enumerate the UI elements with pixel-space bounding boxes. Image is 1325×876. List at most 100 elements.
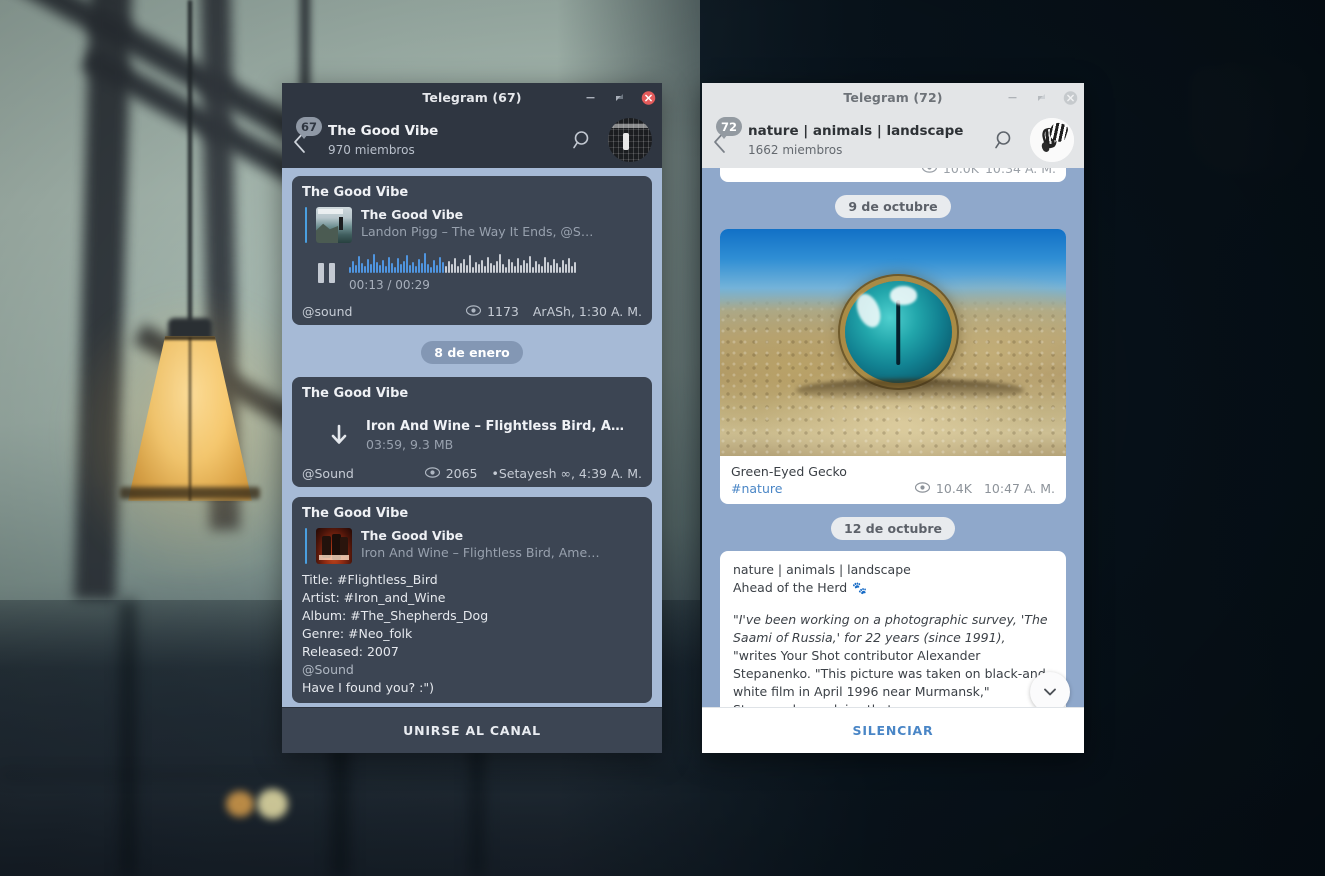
waveform-bar xyxy=(571,266,573,273)
waveform-bar xyxy=(370,264,372,273)
search-icon xyxy=(573,131,589,149)
restore-button[interactable] xyxy=(612,90,627,105)
chat-avatar[interactable] xyxy=(608,118,652,162)
message-bubble-clipped[interactable]: 10.0K 10:34 A. M. xyxy=(720,168,1066,182)
file-row[interactable]: Iron And Wine – Flightless Bird, A… 03:5… xyxy=(302,408,642,460)
waveform-bar xyxy=(505,267,507,273)
file-meta: 03:59, 9.3 MB xyxy=(366,437,454,452)
waveform-bar xyxy=(379,265,381,273)
badge-tail xyxy=(300,134,308,139)
message-time: 10:47 A. M. xyxy=(983,481,1055,496)
views-count: 2065 xyxy=(445,466,478,481)
waveform-bar xyxy=(430,267,432,273)
waveform-bar xyxy=(394,267,396,273)
desktop: Telegram (67) 67 The Good Vibe 970 miemb… xyxy=(0,0,1325,876)
waveform-bar xyxy=(553,259,555,273)
waveform-bar xyxy=(418,259,420,273)
message-list-left[interactable]: The Good Vibe The Good Vibe Landon Pigg … xyxy=(282,168,662,707)
views-count: 1173 xyxy=(487,304,519,319)
date-separator: 9 de octubre xyxy=(835,195,951,218)
waveform-bar xyxy=(523,260,525,273)
track-info-line: Artist: #Iron_and_Wine xyxy=(302,590,446,605)
message-bubble[interactable]: The Good Vibe The Good Vibe Iron And Win… xyxy=(292,497,652,703)
waveform-bar xyxy=(439,257,441,273)
pause-icon[interactable] xyxy=(318,263,335,283)
scroll-to-bottom-button[interactable] xyxy=(1030,672,1070,707)
message-bubble[interactable]: The Good Vibe The Good Vibe Landon Pigg … xyxy=(292,176,652,325)
download-arrow-icon[interactable] xyxy=(326,421,352,451)
chat-avatar[interactable] xyxy=(1030,118,1074,162)
chat-members: 1662 miembros xyxy=(748,142,843,157)
waveform-bar xyxy=(460,263,462,273)
audio-player[interactable]: 00:13 / 00:29 xyxy=(302,243,642,292)
channel-name: The Good Vibe xyxy=(302,506,409,521)
chat-header-left: 67 The Good Vibe 970 miembros xyxy=(282,112,662,168)
album-art-thumbnail xyxy=(316,528,352,564)
message-bubble[interactable]: The Good Vibe Iron And Wine – Flightless… xyxy=(292,377,652,487)
mute-button[interactable]: SILENCIAR xyxy=(702,707,1084,753)
hashtag-link[interactable]: #nature xyxy=(731,481,782,496)
waveform-bar xyxy=(520,265,522,273)
waveform-bar xyxy=(538,264,540,273)
gecko-eye xyxy=(844,281,952,384)
chat-header-text-right[interactable]: nature | animals | landscape 1662 miembr… xyxy=(748,123,986,158)
track-title: The Good Vibe xyxy=(361,528,464,543)
avatar-image xyxy=(608,118,652,162)
minimize-button[interactable] xyxy=(1005,90,1020,105)
audio-track-row[interactable]: The Good Vibe Iron And Wine – Flightless… xyxy=(302,528,642,564)
telegram-window-right[interactable]: Telegram (72) 72 nature | animals | land… xyxy=(702,83,1084,753)
waveform-bar xyxy=(478,264,480,273)
message-list-right[interactable]: 10.0K 10:34 A. M. 9 de octubre Green-Eye… xyxy=(702,168,1084,707)
message-body-rest: writes Your Shot contributor Alexander S… xyxy=(733,648,1051,707)
back-button[interactable]: 72 xyxy=(708,117,743,160)
window-controls-right[interactable] xyxy=(1005,83,1078,112)
restore-button[interactable] xyxy=(1034,90,1049,105)
track-subtitle: Landon Pigg – The Way It Ends, @S… xyxy=(361,224,594,239)
track-subtitle: Iron And Wine – Flightless Bird, Ame… xyxy=(361,545,600,560)
track-title: The Good Vibe xyxy=(361,207,464,222)
track-info-line: Album: #The_Shepherds_Dog xyxy=(302,608,489,623)
minimize-button[interactable] xyxy=(583,90,598,105)
message-bubble[interactable]: nature | animals | landscape Ahead of th… xyxy=(720,551,1066,707)
views-count: 10.0K xyxy=(942,168,979,176)
waveform-bar xyxy=(529,256,531,273)
avatar-image xyxy=(1030,118,1074,162)
author-time: •Setayesh ∞, 4:39 A. M. xyxy=(491,466,643,481)
author-time: ArASh, 1:30 A. M. xyxy=(532,304,642,319)
waveform-bar xyxy=(472,267,474,273)
message-meta: @Sound 2065 •Setayesh ∞, 4:39 A. M. xyxy=(302,466,642,481)
waveform-bar xyxy=(517,258,519,273)
chat-header-text-left[interactable]: The Good Vibe 970 miembros xyxy=(328,123,564,158)
waveform-bar xyxy=(550,265,552,273)
close-button[interactable] xyxy=(1063,90,1078,105)
message-bubble[interactable]: Green-Eyed Gecko #nature 10.4K 10:47 A. … xyxy=(720,229,1066,504)
waveform-bar xyxy=(385,266,387,273)
channel-name: The Good Vibe xyxy=(302,185,409,200)
waveform-bar xyxy=(424,253,426,273)
photo-attachment[interactable] xyxy=(720,229,1066,456)
window-controls-left[interactable] xyxy=(583,83,656,112)
waveform-bar xyxy=(481,260,483,273)
waveform-bar xyxy=(403,261,405,273)
waveform-bar xyxy=(442,262,444,273)
telegram-window-left[interactable]: Telegram (67) 67 The Good Vibe 970 miemb… xyxy=(282,83,662,753)
join-channel-button[interactable]: UNIRSE AL CANAL xyxy=(282,707,662,753)
waveform[interactable] xyxy=(349,251,642,273)
waveform-bar xyxy=(376,262,378,273)
back-button[interactable]: 67 xyxy=(288,117,323,160)
track-info-line: Title: #Flightless_Bird xyxy=(302,572,438,587)
accent-bar xyxy=(305,528,307,564)
audio-track-row[interactable]: The Good Vibe Landon Pigg – The Way It E… xyxy=(302,207,642,243)
close-button[interactable] xyxy=(641,90,656,105)
chevron-down-icon xyxy=(1044,688,1056,696)
waveform-bar xyxy=(421,263,423,273)
titlebar-right[interactable]: Telegram (72) xyxy=(702,83,1084,112)
titlebar-left[interactable]: Telegram (67) xyxy=(282,83,662,112)
track-info-line: Released: 2007 xyxy=(302,644,399,659)
search-button[interactable] xyxy=(566,123,600,157)
waveform-bar xyxy=(412,262,414,273)
waveform-bar xyxy=(454,258,456,273)
waveform-bar xyxy=(406,255,408,273)
waveform-bar xyxy=(508,259,510,273)
search-button[interactable] xyxy=(988,123,1022,157)
